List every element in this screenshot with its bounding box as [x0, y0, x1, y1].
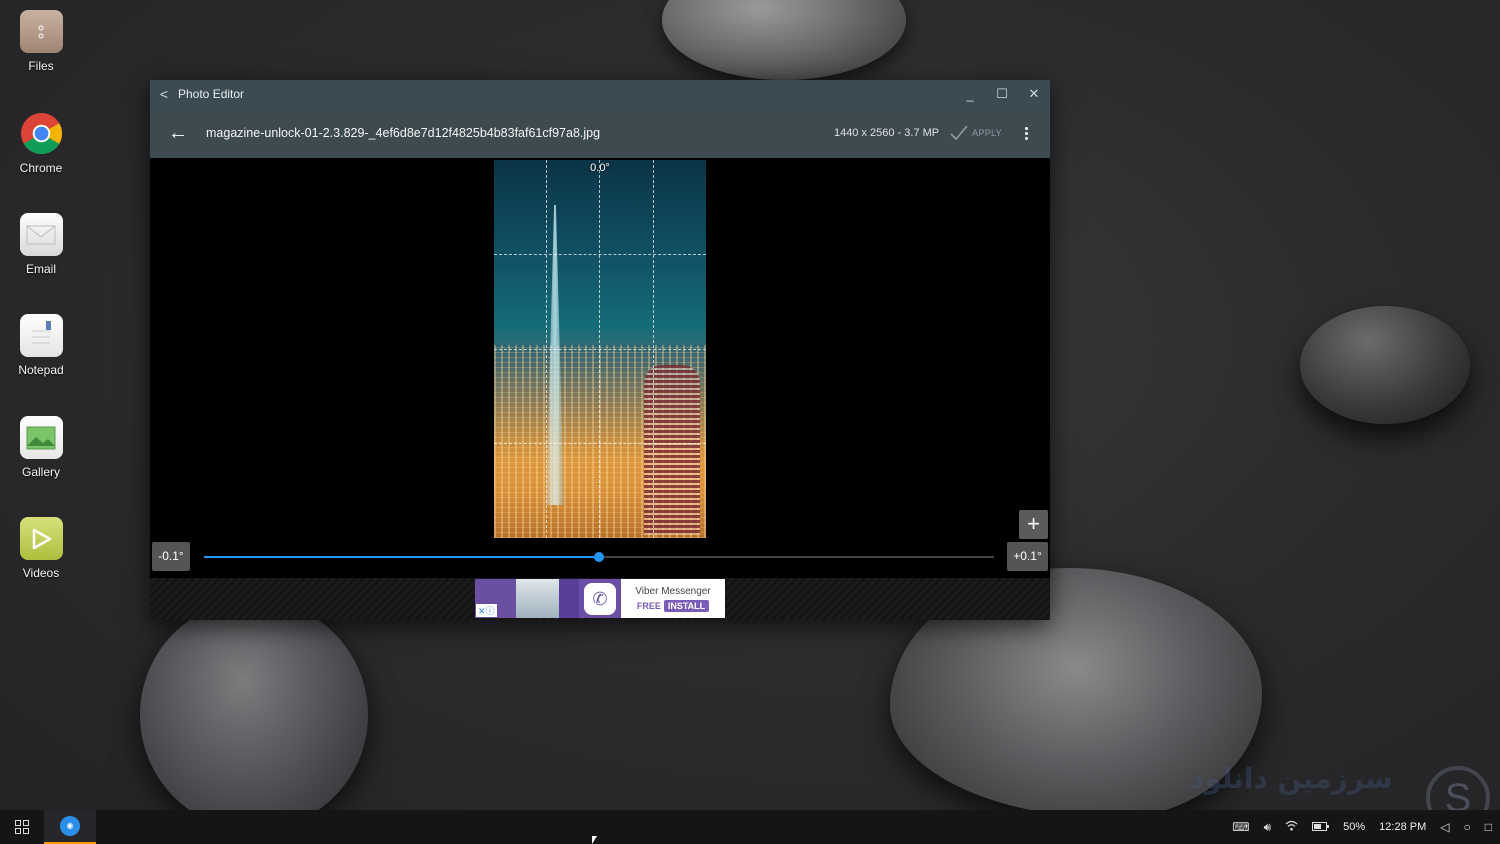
nav-home-icon[interactable]: ○ — [1464, 820, 1471, 834]
photo-editor-window: < Photo Editor _ ☐ ✕ ← magazine-unlock-0… — [150, 80, 1050, 620]
wallpaper-pebble — [1300, 306, 1470, 424]
desktop-icon-notepad[interactable]: Notepad — [5, 314, 77, 377]
taskbar-app-photo-editor[interactable]: ◉ — [44, 810, 96, 844]
desktop-icon-email[interactable]: Email — [5, 213, 77, 276]
photo-preview[interactable]: 0.0° — [494, 160, 706, 538]
watermark: سرزمین دانلود — [1190, 762, 1393, 795]
image-canvas[interactable]: 0.0° + — [150, 158, 1050, 540]
rotate-plus-button[interactable]: +0.1° — [1007, 542, 1048, 571]
ad-close-icon[interactable]: ✕ⓘ — [476, 604, 497, 617]
play-icon — [19, 517, 63, 560]
desktop-icon-label: Gallery — [21, 465, 60, 479]
desktop-icon-label: Files — [28, 59, 54, 73]
grid-line — [494, 443, 706, 444]
window-titlebar[interactable]: < Photo Editor _ ☐ ✕ — [150, 80, 1050, 108]
desktop-icon-videos[interactable]: Videos — [5, 517, 77, 580]
desktop-icon-label: Videos — [22, 566, 60, 580]
wallpaper-pebble — [140, 600, 368, 830]
volume-icon[interactable]: 🔊︎ — [1264, 820, 1272, 835]
desktop-icon-chrome[interactable]: Chrome — [5, 112, 77, 175]
window-title: Photo Editor — [178, 87, 245, 101]
mouse-cursor — [592, 836, 597, 844]
grid-line — [494, 254, 706, 255]
wifi-icon[interactable] — [1285, 820, 1298, 834]
battery-icon[interactable] — [1312, 820, 1330, 834]
battery-percent: 50% — [1343, 821, 1366, 833]
desktop-icon-label: Notepad — [18, 363, 64, 377]
desktop-icon-gallery[interactable]: Gallery — [5, 416, 77, 479]
image-resolution: 1440 x 2560 - 3.7 MP — [833, 127, 940, 139]
taskbar: ◉ ⌨ 🔊︎ 50% 12:28 PM ◁ ○ □ — [0, 810, 1500, 844]
more-options-icon[interactable] — [1016, 126, 1036, 140]
ad-banner-area: ✆ Viber Messenger FREE INSTALL ✕ⓘ — [150, 578, 1050, 620]
rotation-angle-label: 0.0° — [590, 162, 610, 174]
start-button[interactable] — [0, 810, 44, 844]
grid-line — [494, 349, 706, 350]
apps-grid-icon — [15, 820, 29, 834]
close-button[interactable]: ✕ — [1018, 86, 1050, 102]
apply-label: APPLY — [972, 128, 1002, 138]
desktop-icon-label: Email — [25, 262, 56, 276]
gallery-icon — [19, 416, 63, 459]
check-icon — [950, 125, 968, 141]
notepad-icon — [19, 314, 63, 357]
ad-image — [559, 579, 579, 618]
ad-install-button[interactable]: INSTALL — [663, 599, 710, 612]
ad-image — [516, 579, 559, 618]
photo-editor-icon: ◉ — [60, 816, 80, 836]
nav-recents-icon[interactable]: □ — [1485, 820, 1492, 834]
viber-logo-icon: ✆ — [579, 579, 621, 618]
ad-free-label: FREE — [636, 600, 661, 611]
desktop-icon-label: Chrome — [19, 161, 63, 175]
back-arrow-button[interactable]: ← — [150, 122, 206, 145]
window-back-button[interactable]: < — [150, 86, 178, 102]
nav-back-icon[interactable]: ◁ — [1440, 820, 1449, 834]
desktop-icon-files[interactable]: Files — [5, 10, 77, 73]
rotation-slider-row: -0.1° +0.1° — [150, 540, 1050, 578]
slider-fill — [204, 556, 599, 558]
wallpaper-pebble — [662, 0, 906, 80]
envelope-icon — [19, 213, 63, 256]
ad-app-name: Viber Messenger — [635, 585, 711, 597]
chrome-icon — [20, 112, 63, 155]
file-name: magazine-unlock-01-2.3.829-_4ef6d8e7d12f… — [206, 126, 601, 140]
add-button[interactable]: + — [1019, 510, 1048, 539]
editor-toolbar: ← magazine-unlock-01-2.3.829-_4ef6d8e7d1… — [150, 108, 1050, 158]
rotation-slider[interactable] — [204, 552, 994, 562]
clock[interactable]: 12:28 PM — [1379, 821, 1426, 833]
files-icon — [19, 10, 63, 53]
ad-banner[interactable]: ✆ Viber Messenger FREE INSTALL ✕ⓘ — [475, 579, 725, 618]
maximize-button[interactable]: ☐ — [986, 86, 1018, 102]
system-tray: ⌨ 🔊︎ 50% 12:28 PM ◁ ○ □ — [1232, 810, 1500, 844]
apply-button[interactable]: APPLY — [949, 124, 1002, 142]
slider-thumb[interactable] — [594, 552, 604, 562]
keyboard-icon[interactable]: ⌨ — [1232, 820, 1249, 834]
rotate-minus-button[interactable]: -0.1° — [152, 542, 190, 571]
minimize-button[interactable]: _ — [954, 87, 986, 102]
